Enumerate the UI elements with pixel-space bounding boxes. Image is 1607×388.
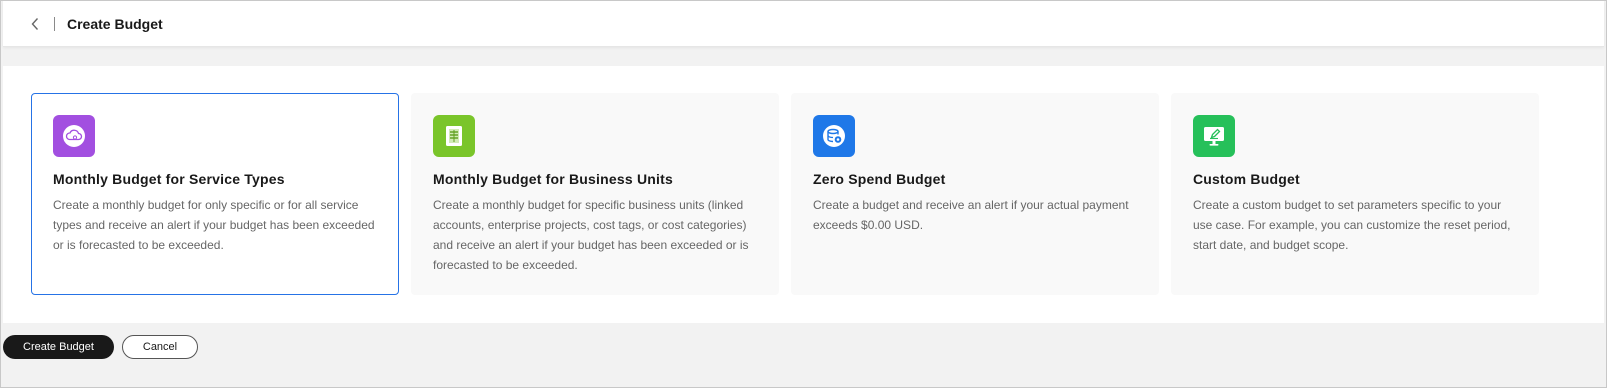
header-divider <box>54 16 55 31</box>
card-monthly-business-units[interactable]: Monthly Budget for Business Units Create… <box>411 93 779 295</box>
card-title: Monthly Budget for Service Types <box>53 171 285 187</box>
document-list-icon <box>433 115 475 157</box>
chevron-left-icon <box>31 17 39 30</box>
card-description: Create a custom budget to set parameters… <box>1193 198 1511 252</box>
action-bar: Create Budget Cancel <box>1 335 198 359</box>
monitor-edit-icon <box>1193 115 1235 157</box>
create-budget-button[interactable]: Create Budget <box>3 335 114 359</box>
card-zero-spend[interactable]: Zero Spend Budget Create a budget and re… <box>791 93 1159 295</box>
cancel-button[interactable]: Cancel <box>122 335 198 359</box>
card-title: Zero Spend Budget <box>813 171 946 187</box>
coin-stack-icon <box>813 115 855 157</box>
card-title: Custom Budget <box>1193 171 1300 187</box>
page-title: Create Budget <box>67 15 163 32</box>
create-budget-page: Create Budget Monthly Budget for Service… <box>0 0 1607 388</box>
budget-type-cards: Monthly Budget for Service Types Create … <box>31 93 1539 295</box>
card-description: Create a budget and receive an alert if … <box>813 198 1129 232</box>
card-description: Create a monthly budget for specific bus… <box>433 198 749 272</box>
card-monthly-service-types[interactable]: Monthly Budget for Service Types Create … <box>31 93 399 295</box>
card-title: Monthly Budget for Business Units <box>433 171 673 187</box>
cloud-service-icon <box>53 115 95 157</box>
card-description: Create a monthly budget for only specifi… <box>53 198 375 252</box>
budget-type-section: Monthly Budget for Service Types Create … <box>3 66 1604 323</box>
back-button[interactable] <box>26 15 44 33</box>
card-custom[interactable]: Custom Budget Create a custom budget to … <box>1171 93 1539 295</box>
page-header: Create Budget <box>3 1 1604 47</box>
